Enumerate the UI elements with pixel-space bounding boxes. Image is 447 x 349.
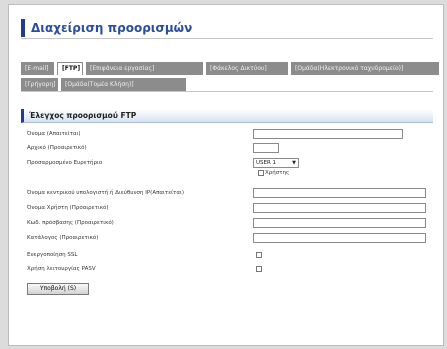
- submit-button[interactable]: Υποβολή (S): [27, 283, 89, 295]
- password-input[interactable]: [253, 218, 426, 228]
- initial-label: Αρχικό (Προαιρετικό): [27, 145, 87, 151]
- section-title: Έλεγχος προορισμού FTP: [29, 111, 137, 120]
- name-label: Όνομα (Απαιτείται): [27, 131, 81, 137]
- ssl-checkbox[interactable]: [256, 252, 262, 258]
- tab-network-folder[interactable]: [Φάκελος Δικτύου]: [206, 62, 288, 75]
- page-title: Διαχείριση προορισμών: [21, 19, 433, 37]
- user-checkbox-label: Χρήστης: [265, 170, 290, 176]
- pasv-label: Χρήση λειτουργίας PASV: [27, 266, 96, 272]
- password-label: Κωδ. πρόσβασης (Προαιρετικό): [27, 220, 114, 226]
- index-label: Προσαρμοσμένο Ευρετήριο: [27, 160, 103, 166]
- tab-desktop[interactable]: [Επιφάνεια εργασίας]: [86, 62, 203, 75]
- tab-email[interactable]: [E-mail]: [21, 62, 54, 75]
- ssl-label: Ενεργοποίηση SSL: [27, 252, 78, 258]
- chevron-down-icon: ▼: [292, 160, 296, 166]
- host-label: Όνομα κεντρικού υπολογιστή ή Διεύθυνση I…: [27, 190, 184, 196]
- tab-quick[interactable]: [Γρήγορη]: [21, 78, 58, 91]
- directory-label: Κατάλογος (Προαιρετικό): [27, 235, 99, 241]
- username-label: Όνομα Χρήστη (Προαιρετικό): [27, 205, 109, 211]
- directory-input[interactable]: [253, 233, 426, 243]
- name-input[interactable]: [253, 129, 403, 139]
- tab-group-domain[interactable]: [Ομάδα(Τομέα Κλήση)]: [61, 78, 186, 91]
- user-checkbox[interactable]: [258, 170, 264, 176]
- tab-group-email[interactable]: [Ομάδα(Ηλεκτρονικό ταχυδρομείο)]: [291, 62, 439, 75]
- tabs-divider: [21, 91, 433, 92]
- username-input[interactable]: [253, 203, 426, 213]
- pasv-checkbox[interactable]: [256, 266, 262, 272]
- title-divider: [21, 38, 433, 39]
- host-input[interactable]: [253, 188, 426, 198]
- section-header: Έλεγχος προορισμού FTP: [21, 109, 433, 123]
- initial-input[interactable]: [253, 143, 279, 153]
- page-title-text: Διαχείριση προορισμών: [31, 21, 193, 35]
- main-panel: Διαχείριση προορισμών [E-mail] [FTP] [Επ…: [8, 4, 444, 346]
- index-select-value: USER 1: [256, 160, 277, 166]
- index-select[interactable]: USER 1 ▼: [253, 158, 299, 168]
- tab-ftp[interactable]: [FTP]: [57, 62, 83, 75]
